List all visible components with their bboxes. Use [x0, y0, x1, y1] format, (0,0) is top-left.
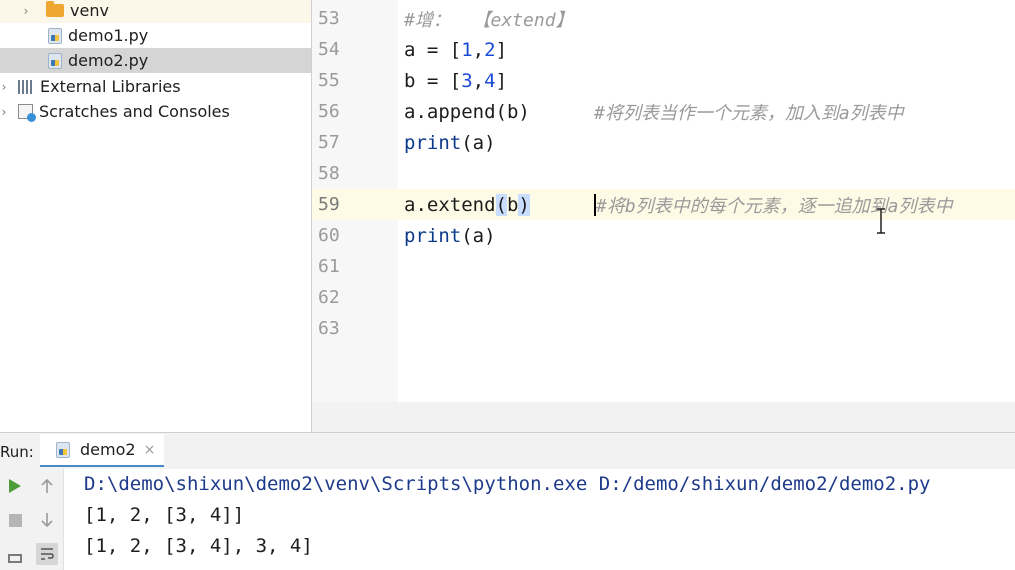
scroll-up-button[interactable]	[36, 475, 58, 497]
run-panel-label: Run:	[0, 443, 34, 461]
chevron-right-icon[interactable]: ›	[0, 105, 10, 119]
console-line: [1, 2, [3, 4]]	[84, 504, 245, 526]
number-literal: 3	[461, 69, 473, 92]
chevron-right-icon[interactable]: ›	[0, 80, 10, 94]
code-line-59-current[interactable]: a.extend(b) #将b列表中的每个元素，逐一追加到a列表中	[398, 189, 1015, 220]
matched-paren: )	[518, 193, 530, 216]
stop-button[interactable]	[4, 509, 26, 531]
run-toolbar-left	[0, 469, 30, 570]
layout-button[interactable]	[4, 545, 26, 567]
line-number: 55	[318, 70, 340, 91]
code-line-55[interactable]: b = [3, 4]	[398, 65, 1015, 96]
code-token: ,	[472, 69, 485, 92]
python-file-icon	[48, 27, 62, 44]
run-tab-label: demo2	[80, 440, 136, 459]
arrow-up-icon	[41, 478, 53, 493]
number-literal: 1	[461, 38, 473, 61]
code-token: ]	[495, 38, 508, 61]
code-editor[interactable]: #增： 【extend】 a = [1, 2] b = [3, 4] a.appen…	[398, 0, 1015, 402]
line-number: 54	[318, 39, 340, 60]
code-token: (a)	[461, 131, 496, 154]
code-token: b	[506, 193, 519, 216]
folder-icon	[46, 1, 64, 17]
code-line-56[interactable]: a.append(b) #将列表当作一个元素，加入到a列表中	[398, 96, 1015, 127]
code-line-61[interactable]	[398, 251, 1015, 282]
number-literal: 4	[484, 69, 496, 92]
scratches-icon	[18, 104, 36, 122]
code-token: a.append(b)	[404, 100, 530, 123]
line-number: 63	[318, 318, 340, 339]
tree-item-label: Scratches and Consoles	[39, 102, 230, 121]
code-token: a = [	[404, 38, 462, 61]
code-line-62[interactable]	[398, 282, 1015, 313]
code-comment: #增： 【extend】	[404, 9, 574, 31]
code-comment-wrap: #将b列表中的每个元素，逐一追加到a列表中	[594, 192, 953, 218]
play-icon	[9, 479, 21, 493]
tree-item-label: External Libraries	[40, 77, 181, 96]
soft-wrap-button[interactable]	[36, 543, 58, 565]
code-token: b = [	[404, 69, 462, 92]
python-file-icon	[56, 441, 70, 458]
code-comment: #将列表当作一个元素，加入到a列表中	[594, 102, 904, 124]
run-toolbar-right	[30, 469, 64, 570]
code-line-57[interactable]: print (a)	[398, 127, 1015, 158]
code-token: a.extend	[404, 193, 496, 216]
code-token: print	[404, 224, 462, 247]
code-token: (a)	[461, 224, 496, 247]
code-line-53[interactable]: #增： 【extend】	[398, 3, 1015, 34]
code-token: print	[404, 131, 462, 154]
line-number: 61	[318, 256, 340, 277]
code-line-58[interactable]	[398, 158, 1015, 189]
code-line-54[interactable]: a = [1, 2]	[398, 34, 1015, 65]
matched-paren: (	[495, 193, 507, 216]
tree-item-label: demo2.py	[68, 51, 149, 70]
console-line: [1, 2, [3, 4], 3, 4]	[84, 535, 313, 557]
close-icon[interactable]: ×	[144, 442, 156, 458]
tree-item-label: venv	[70, 1, 109, 20]
soft-wrap-icon	[41, 548, 54, 560]
number-literal: 2	[484, 38, 496, 61]
tree-item-label: demo1.py	[68, 26, 149, 45]
editor-scroll-area	[312, 402, 1015, 432]
tree-item-demo1[interactable]: demo1.py	[0, 23, 311, 48]
line-number: 62	[318, 287, 340, 308]
stop-icon	[8, 513, 22, 527]
code-line-60[interactable]: print (a)	[398, 220, 1015, 251]
line-number: 58	[318, 163, 340, 184]
rerun-button[interactable]	[4, 475, 26, 497]
mouse-ibeam-cursor-icon	[877, 208, 885, 234]
code-token: ,	[472, 38, 485, 61]
line-number-gutter: 53 54 55 56 57 58 59 60 61 62 63	[312, 0, 398, 402]
tree-item-venv[interactable]: › venv	[0, 0, 311, 23]
ide-window: › venv demo1.py demo2.py › External Libr…	[0, 0, 1015, 570]
python-file-icon	[48, 52, 62, 69]
run-tab-demo2[interactable]: demo2 ×	[40, 434, 164, 467]
code-token: ]	[495, 69, 508, 92]
console-line[interactable]: D:\demo\shixun\demo2\venv\Scripts\python…	[84, 473, 930, 495]
line-number-current: 59	[312, 189, 398, 220]
tree-item-external-libraries[interactable]: › External Libraries	[0, 74, 311, 99]
tree-item-scratches[interactable]: › Scratches and Consoles	[0, 99, 311, 124]
code-comment: #将b列表中的每个元素，逐一追加到a列表中	[596, 195, 953, 217]
line-number: 57	[318, 132, 340, 153]
arrow-down-icon	[41, 513, 53, 528]
line-number: 56	[318, 101, 340, 122]
line-number: 60	[318, 225, 340, 246]
code-line-63[interactable]	[398, 313, 1015, 344]
library-icon	[18, 79, 34, 94]
chevron-right-icon[interactable]: ›	[20, 4, 32, 18]
tree-item-demo2[interactable]: demo2.py	[0, 48, 311, 73]
layout-icon	[8, 554, 22, 563]
project-tree: › venv demo1.py demo2.py › External Libr…	[0, 0, 311, 432]
scroll-down-button[interactable]	[36, 509, 58, 531]
line-number: 53	[318, 8, 340, 29]
run-console-output[interactable]: D:\demo\shixun\demo2\venv\Scripts\python…	[64, 469, 1015, 570]
